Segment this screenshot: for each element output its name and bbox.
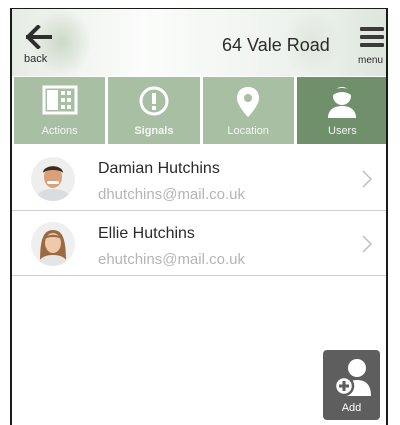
back-arrow-icon	[26, 25, 52, 49]
tab-signals[interactable]: Signals	[108, 77, 200, 144]
add-user-icon	[333, 359, 371, 397]
tab-actions[interactable]: Actions	[14, 77, 106, 144]
tab-users-label: Users	[328, 125, 357, 137]
tab-location[interactable]: Location	[202, 77, 294, 144]
tab-signals-label: Signals	[134, 125, 174, 137]
back-button[interactable]: back	[22, 23, 62, 67]
user-icon	[328, 87, 357, 118]
page-title: 64 Vale Road	[222, 35, 330, 55]
user-name: Damian Hutchins	[98, 160, 220, 177]
list-item[interactable]: Damian Hutchins dhutchins@mail.co.uk	[12, 146, 386, 211]
chevron-right-icon	[362, 235, 372, 253]
location-pin-icon	[237, 87, 260, 117]
header: back 64 Vale Road menu	[12, 9, 386, 76]
tab-bar: Actions Signals Location Users	[14, 77, 386, 144]
app-screen: back 64 Vale Road menu Actions Signals L…	[10, 8, 388, 425]
chevron-right-icon	[362, 170, 372, 188]
user-email: dhutchins@mail.co.uk	[98, 186, 245, 203]
alert-icon	[139, 86, 169, 116]
add-button-label: Add	[341, 402, 362, 414]
avatar	[31, 157, 75, 201]
list-item[interactable]: Ellie Hutchins ehutchins@mail.co.uk	[12, 211, 386, 276]
tab-location-label: Location	[227, 125, 269, 137]
back-label: back	[24, 53, 48, 65]
tab-users[interactable]: Users	[296, 77, 386, 144]
user-name: Ellie Hutchins	[98, 225, 195, 242]
menu-button[interactable]: menu	[356, 25, 386, 69]
grid-icon	[42, 85, 78, 115]
user-email: ehutchins@mail.co.uk	[98, 251, 245, 268]
tab-actions-label: Actions	[41, 125, 78, 137]
add-user-button[interactable]: Add	[323, 350, 380, 420]
avatar	[31, 222, 75, 266]
user-list: Damian Hutchins dhutchins@mail.co.uk Ell…	[12, 146, 386, 276]
menu-label: menu	[358, 55, 384, 66]
